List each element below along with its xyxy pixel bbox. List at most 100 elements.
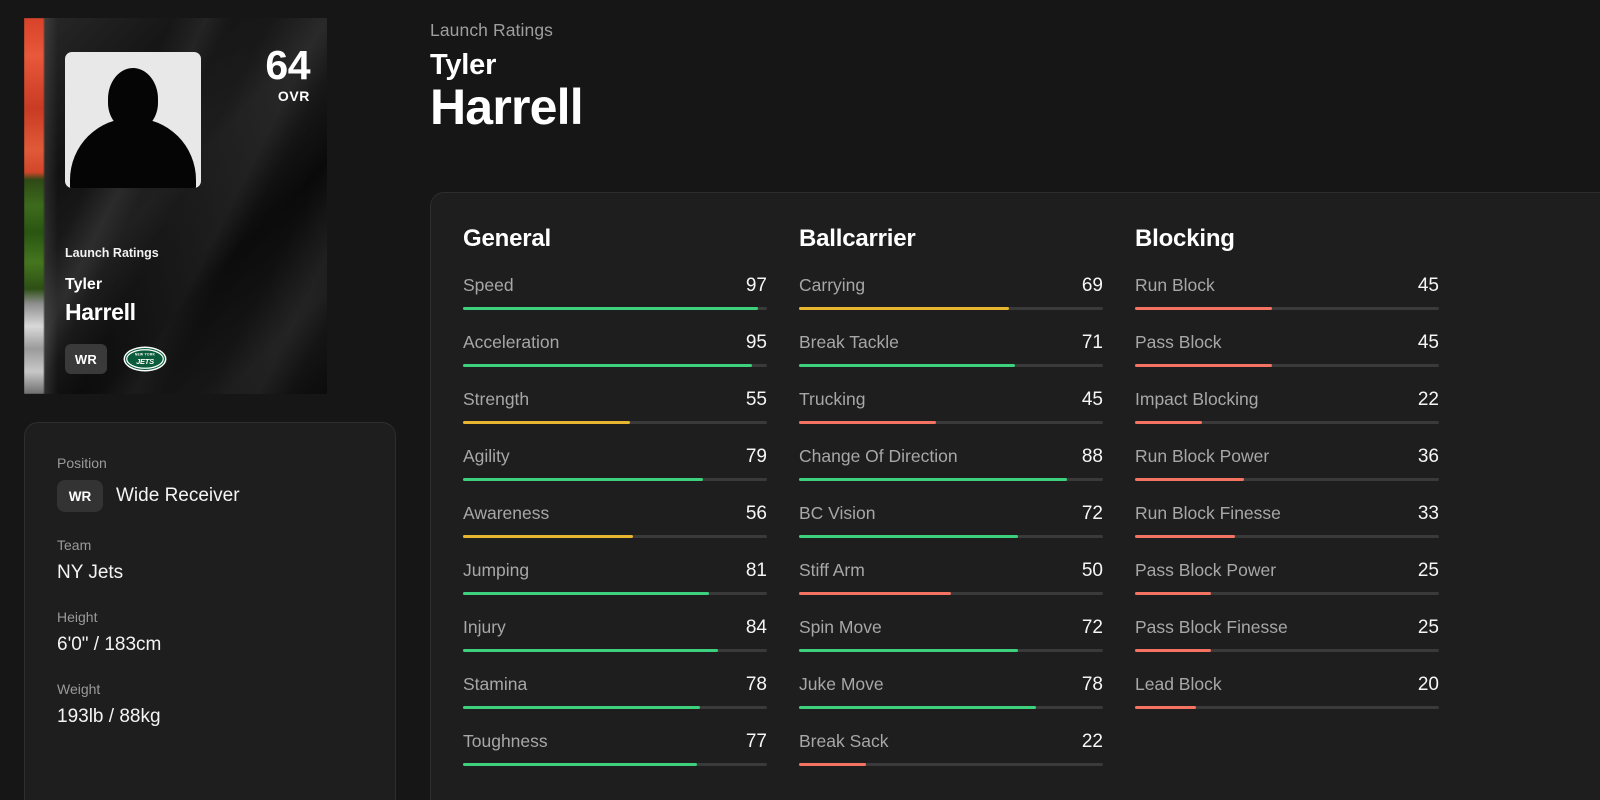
stat-bar-track xyxy=(799,535,1103,538)
stat-value: 20 xyxy=(1417,674,1439,695)
stat-value: 79 xyxy=(745,446,767,467)
stat-row: Change Of Direction 88 xyxy=(799,446,1103,492)
stat-row: Toughness 77 xyxy=(463,731,767,777)
stat-value: 22 xyxy=(1417,389,1439,410)
stat-bar-fill xyxy=(463,307,758,310)
stat-value: 22 xyxy=(1081,731,1103,752)
stat-row: Acceleration 95 xyxy=(463,332,767,378)
stat-bar-track xyxy=(799,592,1103,595)
stat-row: Run Block Power 36 xyxy=(1135,446,1439,492)
stat-label: Break Sack xyxy=(799,731,889,751)
stat-line: Carrying 69 xyxy=(799,275,1103,297)
stat-row: Trucking 45 xyxy=(799,389,1103,435)
stat-value: 45 xyxy=(1417,275,1439,296)
stat-line: Spin Move 72 xyxy=(799,617,1103,639)
stat-bar-track xyxy=(799,478,1103,481)
stat-row: Strength 55 xyxy=(463,389,767,435)
stat-bar-fill xyxy=(799,307,1009,310)
stat-label: Carrying xyxy=(799,275,866,295)
svg-text:JETS: JETS xyxy=(136,357,154,366)
stat-line: Awareness 56 xyxy=(463,503,767,525)
card-last-name: Harrell xyxy=(65,299,136,325)
stat-line: Strength 55 xyxy=(463,389,767,411)
stat-label: Impact Blocking xyxy=(1135,389,1259,409)
stat-value: 69 xyxy=(1081,275,1103,296)
stat-row: Carrying 69 xyxy=(799,275,1103,321)
stat-value: 97 xyxy=(745,275,767,296)
stat-bar-fill xyxy=(799,364,1015,367)
stat-bar-fill xyxy=(463,763,698,766)
stat-bar-fill xyxy=(463,478,704,481)
stat-label: Break Tackle xyxy=(799,332,899,352)
player-card[interactable]: 64 OVR Launch Ratings Tyler Harrell WR N… xyxy=(24,18,327,394)
stat-label: Pass Block Finesse xyxy=(1135,617,1288,637)
card-edition-label: Launch Ratings xyxy=(65,246,159,260)
stat-value: 56 xyxy=(745,503,767,524)
stat-line: Stiff Arm 50 xyxy=(799,560,1103,582)
stat-bar-fill xyxy=(463,421,631,424)
stat-bar-fill xyxy=(799,763,866,766)
stat-bar-track xyxy=(463,307,767,310)
stat-row: Lead Block 20 xyxy=(1135,674,1439,720)
rating-column-general: General Speed 97 Acceleration 95 Strength 55 Ag… xyxy=(463,225,799,800)
stat-label: Jumping xyxy=(463,560,530,580)
stat-line: Lead Block 20 xyxy=(1135,674,1439,696)
stat-label: BC Vision xyxy=(799,503,876,523)
stat-row: Pass Block Power 25 xyxy=(1135,560,1439,606)
stat-line: Speed 97 xyxy=(463,275,767,297)
info-label-team: Team xyxy=(57,537,92,553)
stat-bar-fill xyxy=(1135,706,1196,709)
stat-value: 25 xyxy=(1417,617,1439,638)
svg-text:NEW YORK: NEW YORK xyxy=(135,353,156,357)
stat-label: Run Block Finesse xyxy=(1135,503,1281,523)
stat-line: Run Block Power 36 xyxy=(1135,446,1439,468)
silhouette-body-shape xyxy=(70,118,196,188)
stat-bar-fill xyxy=(463,592,710,595)
stat-bar-fill xyxy=(463,649,719,652)
header-first-name: Tyler xyxy=(430,49,497,81)
page-title: Harrell xyxy=(430,79,584,136)
stat-bar-fill xyxy=(1135,535,1236,538)
player-headshot xyxy=(65,52,201,188)
stat-bar-track xyxy=(1135,421,1439,424)
stat-row: Jumping 81 xyxy=(463,560,767,606)
stat-value: 71 xyxy=(1081,332,1103,353)
stat-value: 78 xyxy=(1081,674,1103,695)
stat-line: Pass Block Finesse 25 xyxy=(1135,617,1439,639)
stat-value: 84 xyxy=(745,617,767,638)
stat-row: Pass Block Finesse 25 xyxy=(1135,617,1439,663)
stat-bar-track xyxy=(799,421,1103,424)
stat-row: BC Vision 72 xyxy=(799,503,1103,549)
stat-bar-track xyxy=(463,364,767,367)
stat-value: 72 xyxy=(1081,617,1103,638)
rating-column-overflow xyxy=(1471,225,1600,800)
info-label-weight: Weight xyxy=(57,681,101,697)
stat-label: Lead Block xyxy=(1135,674,1222,694)
stat-row: Agility 79 xyxy=(463,446,767,492)
card-position-badge: WR xyxy=(65,344,107,374)
stat-label: Strength xyxy=(463,389,530,409)
stat-value: 50 xyxy=(1081,560,1103,581)
stat-bar-track xyxy=(1135,592,1439,595)
info-row-team: Team NY Jets xyxy=(57,537,363,584)
stat-row: Break Tackle 71 xyxy=(799,332,1103,378)
rating-column-title: General xyxy=(463,225,551,252)
stat-line: Break Sack 22 xyxy=(799,731,1103,753)
stat-bar-fill xyxy=(799,706,1037,709)
ny-jets-logo: NEW YORK JETS xyxy=(123,346,167,372)
stat-line: Run Block 45 xyxy=(1135,275,1439,297)
left-column: 64 OVR Launch Ratings Tyler Harrell WR N… xyxy=(24,18,396,800)
stat-bar-track xyxy=(1135,478,1439,481)
info-row-height: Height 6'0" / 183cm xyxy=(57,609,363,656)
stat-line: Injury 84 xyxy=(463,617,767,639)
stat-row: Juke Move 78 xyxy=(799,674,1103,720)
stat-label: Pass Block Power xyxy=(1135,560,1277,580)
stat-line: Change Of Direction 88 xyxy=(799,446,1103,468)
stat-value: 45 xyxy=(1081,389,1103,410)
overall-rating-label: OVR xyxy=(277,87,310,104)
stat-bar-track xyxy=(1135,364,1439,367)
stat-bar-fill xyxy=(1135,478,1245,481)
stat-line: Impact Blocking 22 xyxy=(1135,389,1439,411)
info-position-line: WR Wide Receiver xyxy=(57,480,363,512)
stat-line: Juke Move 78 xyxy=(799,674,1103,696)
